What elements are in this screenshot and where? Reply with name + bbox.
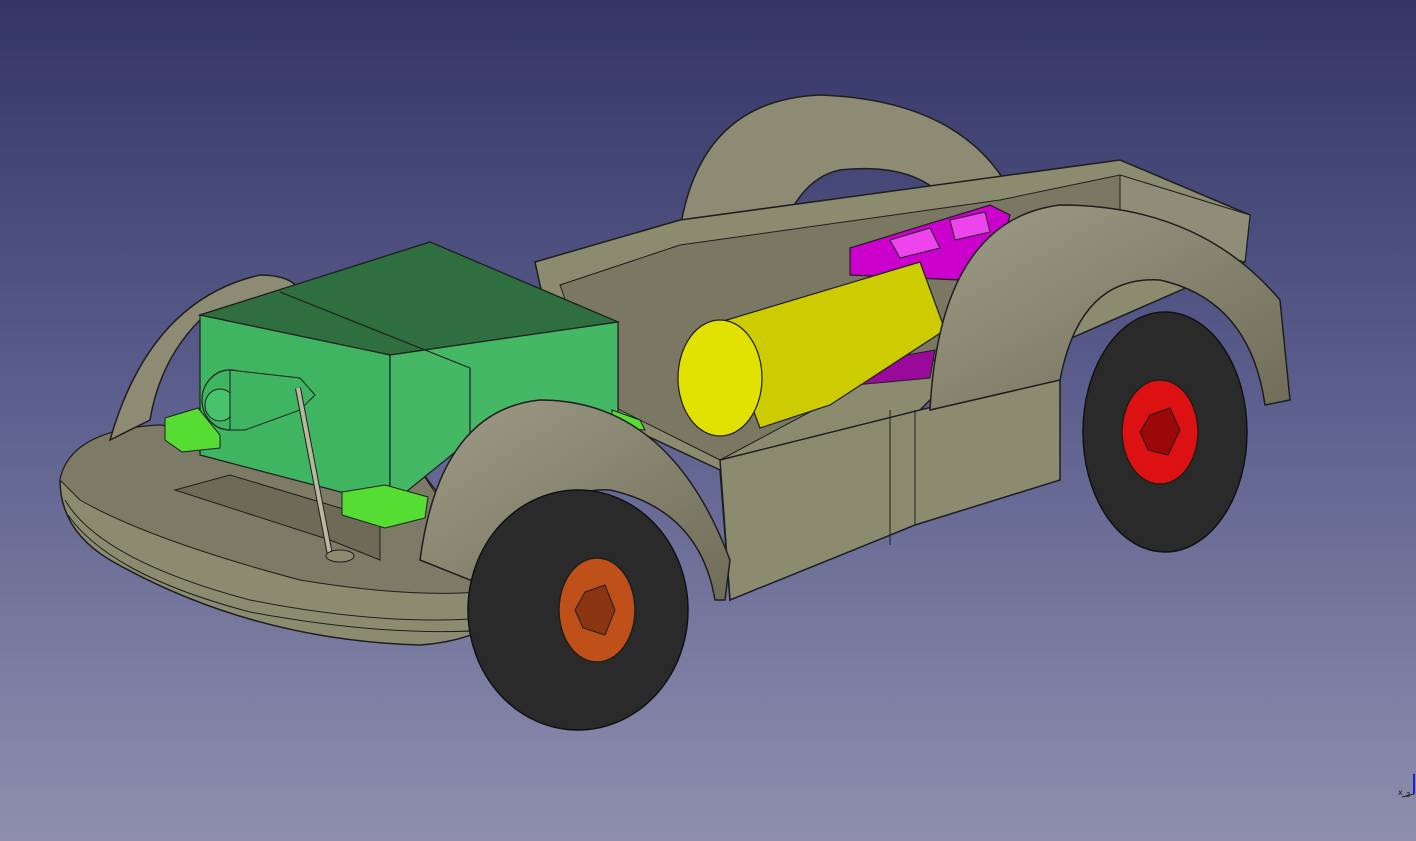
3d-viewport[interactable]: x z: [0, 0, 1416, 841]
front-right-wheel[interactable]: [467, 489, 689, 731]
axis-label-z: z: [1406, 790, 1411, 799]
navigation-axis-icon: x z: [1392, 772, 1416, 802]
axis-label-x: x: [1398, 788, 1403, 797]
rear-right-wheel[interactable]: [1082, 311, 1248, 553]
car-chassis-model[interactable]: [0, 0, 1416, 841]
